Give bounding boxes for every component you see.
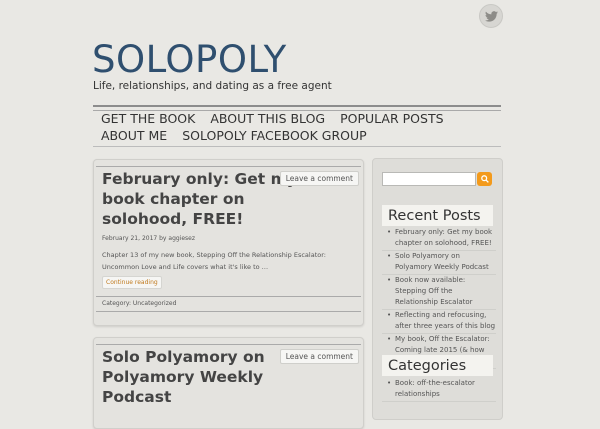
categories-list: Book: off-the-escalator relationships: [382, 378, 496, 402]
search-button[interactable]: [477, 172, 492, 186]
site-tagline: Life, relationships, and dating as a fre…: [93, 80, 332, 92]
post-title[interactable]: February only: Get my book chapter on so…: [102, 169, 297, 229]
nav-item-about-this-blog[interactable]: ABOUT THIS BLOG: [205, 111, 325, 127]
post-excerpt: Chapter 13 of my new book, Stepping Off …: [102, 251, 326, 271]
search-icon: [480, 175, 489, 183]
categories-title: Categories: [382, 355, 493, 376]
recent-post-link[interactable]: February only: Get my book chapter on so…: [382, 227, 496, 251]
post-divider: [96, 296, 361, 297]
post-category[interactable]: Category: Uncategorized: [102, 300, 176, 307]
twitter-icon[interactable]: [479, 4, 503, 28]
main-navigation: GET THE BOOK ABOUT THIS BLOG POPULAR POS…: [96, 111, 501, 144]
recent-post-link[interactable]: Book now available: Stepping Off the Rel…: [382, 275, 496, 310]
recent-posts-title: Recent Posts: [382, 205, 493, 226]
twitter-bird-icon: [484, 10, 498, 22]
post-divider: [96, 311, 361, 312]
search-input[interactable]: [382, 172, 476, 186]
post-divider: [96, 166, 361, 167]
post-divider: [96, 344, 361, 345]
nav-item-about-me[interactable]: ABOUT ME: [96, 128, 167, 144]
site-title[interactable]: SOLOPOLY: [92, 38, 287, 81]
nav-divider-bottom: [93, 146, 501, 147]
category-link[interactable]: Book: off-the-escalator relationships: [382, 378, 496, 402]
recent-post-link[interactable]: Reflecting and refocusing, after three y…: [382, 310, 496, 334]
nav-item-popular-posts[interactable]: POPULAR POSTS: [335, 111, 443, 127]
post-meta: February 21, 2017 by aggiesez: [102, 235, 196, 242]
post-card: February only: Get my book chapter on so…: [93, 159, 364, 326]
nav-item-get-the-book[interactable]: GET THE BOOK: [96, 111, 195, 127]
sidebar: Recent Posts February only: Get my book …: [372, 158, 503, 420]
leave-comment-button[interactable]: Leave a comment: [279, 349, 359, 364]
recent-posts-list: February only: Get my book chapter on so…: [382, 227, 496, 369]
post-title[interactable]: Solo Polyamory on Polyamory Weekly Podca…: [102, 347, 272, 407]
continue-reading-button[interactable]: Continue reading: [102, 276, 162, 289]
recent-post-link[interactable]: Solo Polyamory on Polyamory Weekly Podca…: [382, 251, 496, 275]
nav-item-facebook-group[interactable]: SOLOPOLY FACEBOOK GROUP: [177, 128, 367, 144]
post-card: Solo Polyamory on Polyamory Weekly Podca…: [93, 337, 364, 429]
leave-comment-button[interactable]: Leave a comment: [279, 171, 359, 186]
